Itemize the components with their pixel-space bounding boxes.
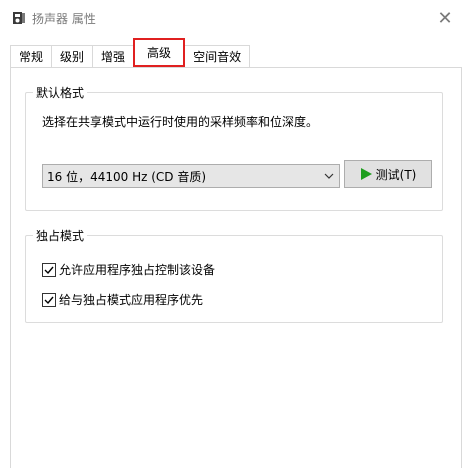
tab-general-label: 常规 [19, 50, 44, 64]
tab-levels-label: 级别 [60, 50, 85, 64]
close-button[interactable]: ✕ [422, 0, 468, 36]
exclusive-mode-label: 独占模式 [33, 227, 88, 244]
allow-exclusive-control-label: 允许应用程序独占控制该设备 [59, 263, 216, 277]
exclusive-priority-label: 给与独占模式应用程序优先 [59, 293, 204, 307]
tab-spatial-sound-label: 空间音效 [193, 50, 242, 64]
speaker-properties-dialog: 扬声器 属性 ✕ 默认格式 选择在共享模式中运行时使用的采样频率和位深度。 16… [0, 0, 468, 468]
tab-spatial-sound[interactable]: 空间音效 [184, 45, 251, 67]
tab-general[interactable]: 常规 [10, 45, 53, 67]
sample-format-select[interactable]: 16 位，44100 Hz (CD 音质) [42, 164, 340, 188]
tab-enhancements[interactable]: 增强 [92, 45, 135, 67]
tab-panel-advanced: 默认格式 选择在共享模式中运行时使用的采样频率和位深度。 16 位，44100 … [10, 67, 462, 468]
tab-levels[interactable]: 级别 [51, 45, 94, 67]
window-title: 扬声器 属性 [32, 12, 96, 26]
sample-format-value: 16 位，44100 Hz (CD 音质) [47, 169, 207, 184]
default-format-group: 默认格式 选择在共享模式中运行时使用的采样频率和位深度。 16 位，44100 … [25, 84, 443, 211]
close-icon: ✕ [437, 7, 453, 29]
title-bar: 扬声器 属性 ✕ [0, 0, 468, 36]
default-format-label: 默认格式 [33, 84, 88, 101]
allow-exclusive-control-checkbox[interactable] [42, 262, 56, 277]
test-button-label: 测试(T) [375, 167, 417, 182]
check-icon [44, 266, 54, 274]
exclusive-priority-option[interactable]: 给与独占模式应用程序优先 [42, 291, 203, 308]
tab-advanced[interactable]: 高级 [133, 38, 186, 67]
exclusive-priority-checkbox[interactable] [42, 292, 56, 307]
tab-enhancements-label: 增强 [101, 50, 126, 64]
check-icon [44, 296, 54, 304]
play-icon [360, 168, 372, 180]
exclusive-mode-group: 独占模式 允许应用程序独占控制该设备 给与独占模式应用程序优先 [25, 227, 443, 323]
test-button[interactable]: 测试(T) [344, 160, 432, 188]
tab-bar: 常规 级别 增强 高级 空间音效 [10, 38, 251, 67]
default-format-description: 选择在共享模式中运行时使用的采样频率和位深度。 [42, 115, 319, 129]
tab-advanced-label: 高级 [147, 46, 172, 60]
chevron-down-icon [319, 173, 339, 179]
speaker-icon [13, 12, 25, 24]
allow-exclusive-control-option[interactable]: 允许应用程序独占控制该设备 [42, 261, 215, 278]
